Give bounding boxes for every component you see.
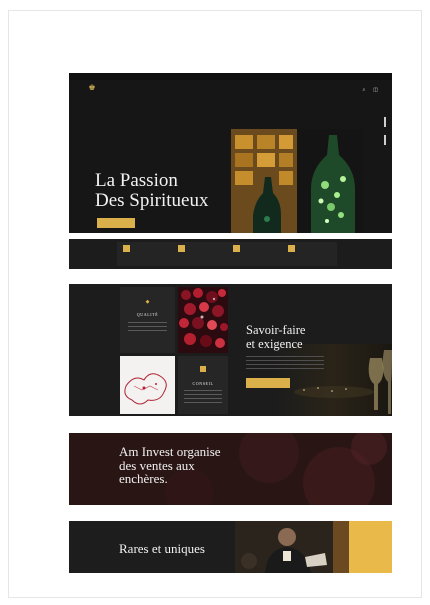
- champagne-glasses-image: [274, 344, 392, 416]
- page-sheet: ♚ ⌕ ◫ La Passion Des Spiritueux ◆ QUALIT…: [8, 10, 422, 598]
- side-indicator-1[interactable]: [384, 117, 386, 127]
- site-logo[interactable]: ♚: [81, 84, 103, 100]
- grapes-image: [178, 287, 228, 353]
- hero-title: La Passion Des Spiritueux: [95, 171, 208, 211]
- main-nav: ♚ ⌕ ◫: [69, 82, 392, 102]
- tile-advice-text-lines: [184, 390, 222, 406]
- auctions-title-line-3: enchères.: [119, 471, 168, 486]
- savoir-title-line-1: Savoir-faire: [246, 323, 306, 337]
- rare-title: Rares et uniques: [119, 541, 205, 556]
- savoir-cta-button[interactable]: [246, 378, 290, 388]
- features-row: [117, 242, 337, 266]
- top-bar: [69, 73, 392, 80]
- savoir-title: Savoir-faire et exigence: [246, 323, 305, 351]
- diamond-icon: ◆: [145, 299, 150, 305]
- auction-background-image: [69, 433, 392, 505]
- feature-item: [282, 242, 337, 266]
- nav-icons: ⌕ ◫: [362, 88, 378, 93]
- savoir-title-line-2: et exigence: [246, 337, 303, 351]
- auctions-title-line-1: Am Invest organise: [119, 444, 221, 459]
- hero-section: ♚ ⌕ ◫ La Passion Des Spiritueux: [69, 73, 392, 233]
- rare-section: Rares et uniques: [69, 521, 392, 573]
- tile-quality: ◆ QUALITÉ: [120, 287, 175, 353]
- feature-square-icon: [123, 245, 130, 252]
- tile-advice: CONSEIL: [178, 356, 228, 414]
- savoir-text-lines: [246, 356, 324, 372]
- side-indicator-2[interactable]: [384, 135, 386, 145]
- auctions-title-line-2: des ventes aux: [119, 457, 195, 473]
- tile-advice-title: CONSEIL: [192, 381, 214, 386]
- search-icon[interactable]: ⌕: [362, 88, 365, 93]
- map-illustration: [120, 356, 175, 414]
- auctions-title: Am Invest organise des ventes aux enchèr…: [119, 445, 221, 486]
- feature-item: [227, 242, 282, 266]
- feature-item: [117, 242, 172, 266]
- square-icon: [200, 366, 206, 372]
- feature-square-icon: [178, 245, 185, 252]
- tile-quality-text-lines: [128, 322, 167, 334]
- sommelier-photo: [235, 521, 392, 573]
- hero-cta-button[interactable]: [97, 218, 135, 228]
- auctions-section: Am Invest organise des ventes aux enchèr…: [69, 433, 392, 505]
- hero-title-line-2: Des Spiritueux: [95, 190, 209, 211]
- hero-bottles-image: [231, 129, 363, 233]
- savoir-faire-section: ◆ QUALITÉ CONSEIL Savoir-faire et exigen…: [69, 284, 392, 416]
- hero-title-line-1: La Passion: [95, 170, 178, 191]
- tile-quality-title: QUALITÉ: [136, 312, 159, 317]
- feature-square-icon: [233, 245, 240, 252]
- feature-square-icon: [288, 245, 295, 252]
- logo-mark-icon: ♚: [88, 83, 96, 92]
- features-strip: [69, 239, 392, 269]
- cart-icon[interactable]: ◫: [373, 88, 378, 93]
- hero-side-indicators: [382, 117, 388, 145]
- feature-item: [172, 242, 227, 266]
